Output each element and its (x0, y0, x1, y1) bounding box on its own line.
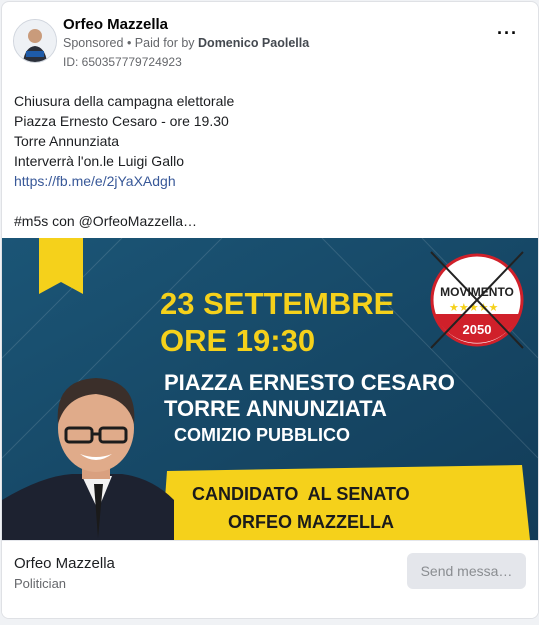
send-message-button[interactable]: Send messa… (407, 553, 526, 589)
paid-for-label: • Paid for by (123, 36, 199, 50)
page-name[interactable]: Orfeo Mazzella (63, 16, 168, 33)
post-line: Piazza Ernesto Cesaro - ore 19.30 (14, 113, 229, 129)
cta-footer: Orfeo Mazzella Politician Send messa… (2, 540, 538, 618)
creative-candidate-name: ORFEO MAZZELLA (228, 512, 394, 532)
post-hashtags[interactable]: #m5s con @OrfeoMazzella… (14, 211, 234, 231)
creative-place1: PIAZZA ERNESTO CESARO (164, 370, 455, 395)
post-text: Chiusura della campagna elettorale Piazz… (14, 91, 234, 231)
post-line: Interverrà l'on.le Luigi Gallo (14, 153, 184, 169)
creative-date: 23 SETTEMBRE (160, 286, 394, 321)
payer-name[interactable]: Domenico Paolella (198, 36, 309, 50)
creative-event: COMIZIO PUBBLICO (174, 425, 350, 445)
ellipsis-icon[interactable]: ··· (497, 24, 518, 42)
ad-image[interactable]: 23 SETTEMBRE ORE 19:30 PIAZZA ERNESTO CE… (2, 238, 538, 540)
ad-id: ID: 650357779724923 (63, 55, 182, 69)
creative-place2: TORRE ANNUNZIATA (164, 396, 387, 421)
post-line: Torre Annunziata (14, 133, 120, 149)
movimento-logo: MOVIMENTO ★★★★★ 2050 (430, 251, 524, 349)
creative-candidate-role: CANDIDATO AL SENATO (192, 484, 410, 504)
logo-year: 2050 (463, 322, 492, 337)
cta-page-name[interactable]: Orfeo Mazzella (14, 555, 115, 572)
cta-page-category: Politician (14, 576, 67, 591)
post-line: Chiusura della campagna elettorale (14, 93, 235, 109)
post-link[interactable]: https://fb.me/e/2jYaXAdgh (14, 171, 234, 191)
creative-time: ORE 19:30 (160, 323, 315, 358)
page-avatar[interactable] (13, 19, 57, 63)
ad-card: Orfeo Mazzella Sponsored • Paid for by D… (1, 1, 539, 619)
sponsored-line: Sponsored • Paid for by Domenico Paolell… (63, 36, 309, 50)
logo-text: MOVIMENTO (440, 285, 514, 299)
sponsored-label: Sponsored (63, 36, 124, 50)
